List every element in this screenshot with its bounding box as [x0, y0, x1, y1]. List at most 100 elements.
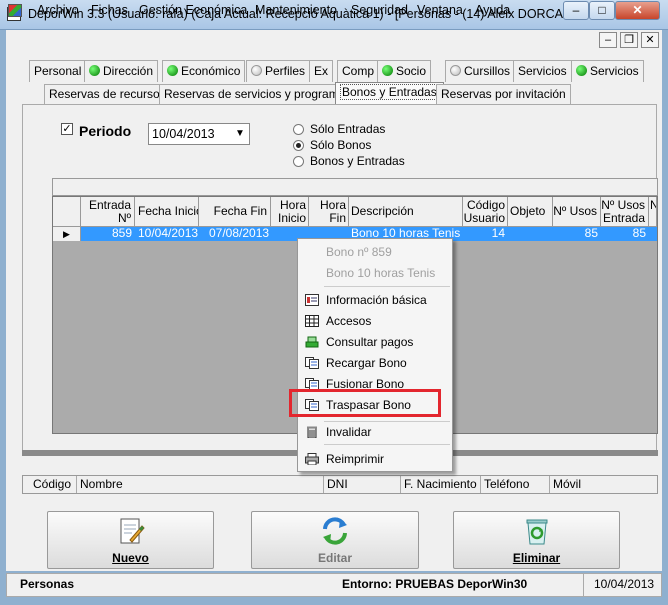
- close-window-button[interactable]: ✕: [615, 1, 660, 20]
- editar-button[interactable]: Editar: [251, 511, 419, 569]
- mdi-close-button[interactable]: ✕: [641, 32, 659, 48]
- grid-header-usos[interactable]: Nº Usos: [553, 197, 601, 227]
- tab-personal[interactable]: Personal: [29, 60, 87, 82]
- menu-item-recargar-bono[interactable]: Recargar Bono: [298, 353, 452, 373]
- tab-reservas-recursos[interactable]: Reservas de recursos: [44, 84, 171, 104]
- tab-bonos-entradas[interactable]: Bonos y Entradas: [335, 82, 444, 104]
- status-entorno: Entorno: PRUEBAS DeporWin30: [342, 577, 528, 591]
- grid-header-indicator: [53, 197, 81, 227]
- menu-item-informacion-basica[interactable]: Información básica: [298, 290, 452, 310]
- menu-item-label: Recargar Bono: [326, 356, 407, 370]
- menu-gestion-economica[interactable]: Gestión Económica: [139, 3, 247, 17]
- grid-header-fecha-inicio[interactable]: Fecha Inicio: [135, 197, 199, 227]
- column-nombre[interactable]: Nombre: [80, 477, 123, 491]
- radio-label: Bonos y Entradas: [310, 154, 405, 168]
- column-codigo[interactable]: Código: [33, 477, 71, 491]
- tab-socio[interactable]: Socio: [377, 60, 432, 82]
- grid-group-bar: [52, 178, 658, 196]
- tab-comp[interactable]: Comp: [337, 60, 380, 82]
- menu-item-reimprimir[interactable]: Reimprimir: [298, 449, 452, 469]
- radio-solo-bonos[interactable]: [293, 140, 304, 151]
- tab-label: Cursillos: [464, 64, 511, 78]
- menu-item-invalidar[interactable]: Invalidar: [298, 422, 452, 442]
- menu-item-label: Bono 10 horas Tenis: [326, 266, 436, 280]
- grid-header-hora-fin[interactable]: Hora Fin: [309, 197, 349, 227]
- grid-header-objeto[interactable]: Objeto: [508, 197, 553, 227]
- column-divider: [480, 476, 481, 493]
- tab-reservas-servicios[interactable]: Reservas de servicios y programas: [159, 84, 357, 104]
- status-green-icon: [382, 65, 393, 76]
- grid-header-n[interactable]: N: [649, 197, 657, 227]
- menu-item-accesos[interactable]: Accesos: [298, 311, 452, 331]
- tab-reservas-invitacion[interactable]: Reservas por invitación: [436, 84, 571, 104]
- menu-item-label: Consultar pagos: [326, 335, 414, 349]
- printer-icon: [305, 453, 319, 465]
- maximize-button[interactable]: □: [589, 1, 615, 20]
- tab-ex[interactable]: Ex: [309, 60, 334, 82]
- menu-separator: [324, 286, 450, 287]
- menu-seguridad[interactable]: Seguridad: [351, 3, 408, 17]
- grid-header-descripcion[interactable]: Descripción: [349, 197, 463, 227]
- menu-mantenimiento[interactable]: Mantenimiento: [255, 3, 337, 17]
- menu-bar: [6, 30, 662, 51]
- header-text: Nº: [117, 211, 131, 225]
- radio-bonos-entradas[interactable]: [293, 156, 304, 167]
- menu-archivo[interactable]: Archivo: [37, 3, 79, 17]
- menu-separator: [324, 444, 450, 445]
- radio-label: Sólo Entradas: [310, 122, 386, 136]
- menu-ventana[interactable]: Ventana: [417, 3, 463, 17]
- header-text: Fecha Inicio: [138, 204, 199, 218]
- status-green-icon: [576, 65, 587, 76]
- mdi-restore-button[interactable]: ❐: [620, 32, 638, 48]
- tab-servicios-2[interactable]: Servicios: [571, 60, 644, 82]
- header-text: Descripción: [351, 204, 414, 218]
- menu-item-label: Reimprimir: [326, 452, 384, 466]
- tab-direccion[interactable]: Dirección: [84, 60, 159, 82]
- documents-icon: [305, 357, 319, 369]
- menu-item-bono-number: Bono nº 859: [298, 242, 452, 262]
- tab-label: Perfiles: [265, 64, 306, 78]
- menu-item-bono-description: Bono 10 horas Tenis: [298, 263, 452, 283]
- cash-register-icon: [305, 336, 319, 348]
- column-f-nacimiento[interactable]: F. Nacimiento: [404, 477, 477, 491]
- grid-header-usos-entrada[interactable]: Nº Usos Entrada: [601, 197, 649, 227]
- chevron-down-icon[interactable]: ▼: [233, 126, 247, 142]
- column-divider: [323, 476, 324, 493]
- tab-label: Reservas de recursos: [49, 87, 166, 101]
- grid-header-codigo-usuario[interactable]: Código Usuario: [463, 197, 508, 227]
- eliminar-button[interactable]: Eliminar: [453, 511, 620, 569]
- periodo-checkbox[interactable]: ✓: [61, 123, 73, 135]
- nuevo-label: Nuevo: [112, 551, 149, 565]
- radio-solo-entradas[interactable]: [293, 124, 304, 135]
- grid-header-fecha-fin[interactable]: Fecha Fin: [199, 197, 271, 227]
- menu-item-label: Bono nº 859: [326, 245, 392, 259]
- tab-label: Reservas por invitación: [441, 87, 566, 101]
- context-menu: Bono nº 859 Bono 10 horas Tenis Informac…: [297, 238, 453, 472]
- tab-perfiles[interactable]: Perfiles: [246, 60, 311, 82]
- tab-label: Socio: [396, 64, 427, 78]
- grid-header-entrada[interactable]: Entrada Nº: [81, 197, 135, 227]
- info-card-icon: [305, 294, 319, 306]
- menu-item-label: Accesos: [326, 314, 372, 328]
- menu-fichas[interactable]: Fichas: [91, 3, 128, 17]
- tab-cursillos[interactable]: Cursillos: [445, 60, 516, 82]
- nuevo-button[interactable]: Nuevo: [47, 511, 214, 569]
- highlight-box: [289, 389, 441, 417]
- column-dni[interactable]: DNI: [327, 477, 348, 491]
- minimize-button[interactable]: –: [563, 1, 589, 20]
- header-text: Nº Usos: [553, 204, 597, 218]
- status-empty-icon: [251, 65, 262, 76]
- tab-servicios[interactable]: Servicios: [513, 60, 572, 82]
- document-menu-icon[interactable]: [8, 4, 22, 17]
- header-text: Fin: [329, 211, 346, 225]
- grid-header-hora-inicio[interactable]: Hora Inicio: [271, 197, 309, 227]
- menu-item-consultar-pagos[interactable]: Consultar pagos: [298, 332, 452, 352]
- mdi-minimize-button[interactable]: –: [599, 32, 617, 48]
- menu-ayuda[interactable]: Ayuda: [475, 3, 510, 17]
- tab-label: Dirección: [103, 64, 154, 78]
- column-telefono[interactable]: Teléfono: [484, 477, 529, 491]
- header-text: Fecha Fin: [213, 204, 267, 218]
- column-movil[interactable]: Móvil: [553, 477, 581, 491]
- cell-usos-entrada: 85: [632, 226, 646, 240]
- tab-economico[interactable]: Económico: [162, 60, 246, 82]
